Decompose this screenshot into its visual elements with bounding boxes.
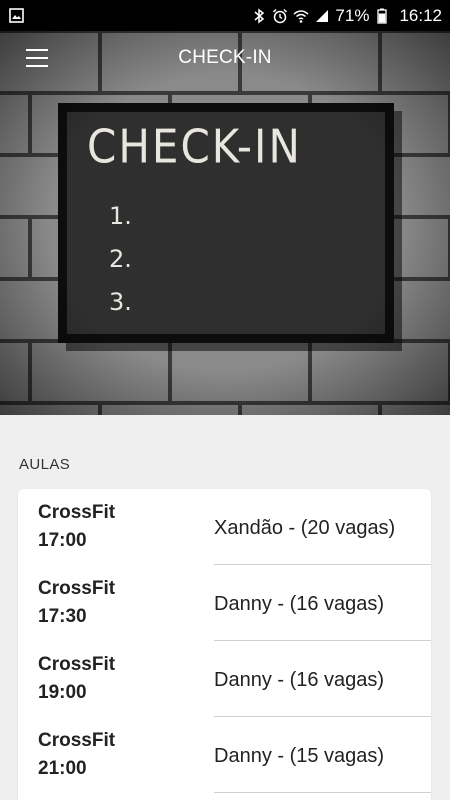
class-row[interactable]: CrossFit 21:00 Danny - (15 vagas) (18, 717, 431, 793)
app-bar: CHECK-IN (0, 31, 450, 85)
status-bar: 71% 16:12 (0, 0, 450, 31)
class-instructor-slots: Xandão - (20 vagas) (214, 516, 396, 539)
hero-image: CHECK-IN 1. 2. 3. (0, 31, 450, 415)
class-name: CrossFit (38, 578, 116, 599)
signal-icon (314, 8, 330, 24)
class-row[interactable]: CrossFit 19:00 Danny - (16 vagas) (18, 641, 431, 717)
wifi-icon (293, 8, 309, 24)
hamburger-menu-icon[interactable] (20, 46, 54, 70)
chalkboard-item-2: 2. (109, 245, 132, 273)
class-time: 19:00 (38, 682, 87, 703)
classes-list: CrossFit 17:00 Xandão - (20 vagas) Cross… (18, 489, 431, 800)
class-name: CrossFit (38, 730, 116, 751)
chalkboard-item-1: 1. (109, 202, 132, 230)
class-name-time: CrossFit 17:00 (18, 499, 214, 555)
class-instructor-slots: Danny - (16 vagas) (214, 668, 385, 691)
class-name: CrossFit (38, 654, 116, 675)
bluetooth-icon (251, 8, 267, 24)
battery-icon (374, 8, 390, 24)
class-name: CrossFit (38, 502, 116, 523)
chalkboard: CHECK-IN 1. 2. 3. (67, 112, 385, 334)
image-icon (8, 8, 24, 24)
page-title: CHECK-IN (178, 47, 272, 68)
class-time: 17:30 (38, 606, 87, 627)
class-name-time: CrossFit 19:00 (18, 651, 214, 707)
class-instructor-slots: Danny - (16 vagas) (214, 592, 385, 615)
class-time: 21:00 (38, 758, 87, 779)
chalkboard-title: CHECK-IN (87, 119, 302, 174)
section-label: AULAS (19, 456, 71, 473)
class-name-time: CrossFit 21:00 (18, 727, 214, 783)
class-instructor-slots: Danny - (15 vagas) (214, 744, 385, 767)
chalkboard-item-3: 3. (109, 288, 132, 316)
class-time: 17:00 (38, 530, 87, 551)
clock: 16:12 (399, 5, 442, 25)
battery-percent: 71% (335, 5, 370, 25)
alarm-icon (272, 8, 288, 24)
class-row[interactable]: CrossFit 17:30 Danny - (16 vagas) (18, 565, 431, 641)
class-name-time: CrossFit 17:30 (18, 575, 214, 631)
row-divider (214, 792, 431, 793)
class-row[interactable]: CrossFit 17:00 Xandão - (20 vagas) (18, 489, 431, 565)
